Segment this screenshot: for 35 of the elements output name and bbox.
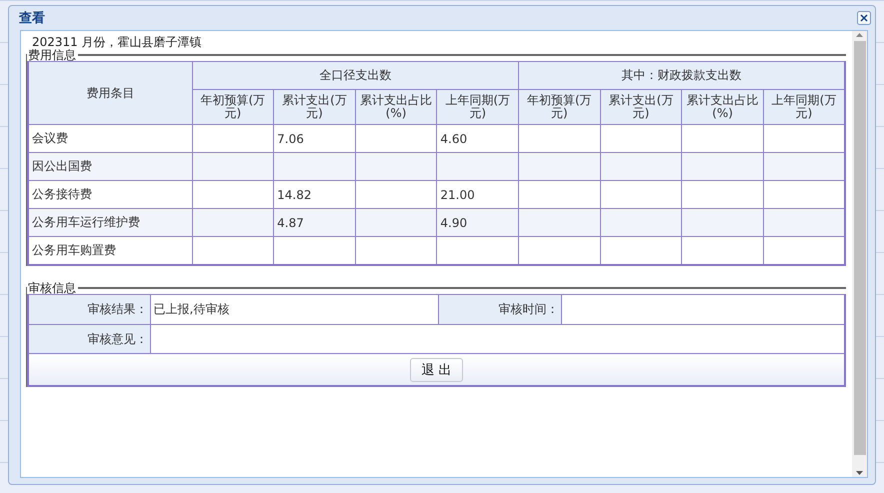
- column-header: 累计支出占比(%): [682, 90, 764, 124]
- table-cell: 会议费: [28, 124, 192, 152]
- scroll-down-icon[interactable]: [855, 469, 864, 477]
- column-header: 上年同期(万元): [763, 90, 845, 124]
- table-cell: 已上报,待审核: [150, 294, 438, 324]
- field-label: 审核意见：: [28, 324, 150, 354]
- table-cell: 4.60: [436, 124, 518, 152]
- column-header: 年初预算(万元): [192, 90, 274, 124]
- window-title: 查看: [19, 10, 45, 27]
- column-header: 年初预算(万元): [518, 90, 600, 124]
- table-cell: 因公出国费: [28, 152, 192, 180]
- column-header: 费用条目: [28, 62, 192, 124]
- column-group-header: 其中：财政拨款支出数: [518, 62, 845, 90]
- field-label: 审核结果：: [28, 294, 150, 324]
- table-cell: 7.06: [274, 124, 356, 152]
- table-cell: 21.00: [436, 180, 518, 208]
- table-cell: 4.90: [436, 208, 518, 236]
- table-cell: 4.87: [274, 208, 356, 236]
- table-cell: 公务用车购置费: [28, 236, 192, 265]
- column-header: 累计支出(万元): [600, 90, 682, 124]
- column-header: 累计支出占比(%): [355, 90, 437, 124]
- scrollbar-thumb[interactable]: [854, 41, 866, 455]
- scroll-up-icon[interactable]: [855, 31, 864, 39]
- exit-button[interactable]: 退 出: [410, 358, 463, 382]
- subtitle: 202311 月份，霍山县磨子潭镇: [31, 35, 203, 49]
- section-legend: 费用信息: [27, 49, 78, 61]
- column-group-header: 全口径支出数: [192, 62, 518, 90]
- field-label: 审核时间：: [438, 294, 561, 324]
- table-cell: 公务用车运行维护费: [28, 208, 192, 236]
- table-cell: 14.82: [274, 180, 356, 208]
- close-icon[interactable]: [857, 11, 871, 25]
- table-cell: 公务接待费: [28, 180, 192, 208]
- section-legend: 审核信息: [27, 282, 78, 294]
- column-header: 上年同期(万元): [436, 90, 518, 124]
- column-header: 累计支出(万元): [274, 90, 356, 124]
